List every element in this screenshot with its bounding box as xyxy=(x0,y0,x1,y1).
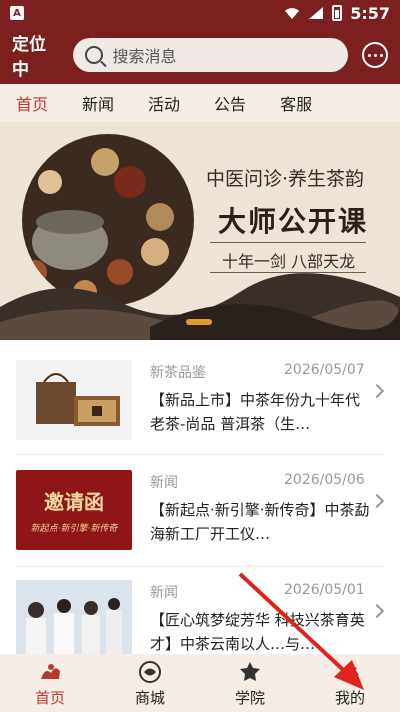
nav-label: 学院 xyxy=(234,688,265,707)
news-date: 2026/05/07 xyxy=(284,362,365,378)
news-list: 新茶品鉴 2026/05/07 【新品上市】中茶年份九十年代老茶-尚品 普洱茶（… xyxy=(0,340,400,654)
banner-divider-bottom xyxy=(210,272,366,273)
news-category: 新闻 xyxy=(150,585,178,601)
news-item[interactable]: 邀请函 新起点·新引擎·新传奇 新闻 2026/05/06 【新起点·新引擎·新… xyxy=(0,450,400,562)
nav-academy[interactable]: 学院 xyxy=(200,654,300,712)
tab-news[interactable]: 新闻 xyxy=(82,91,114,115)
search-icon xyxy=(84,46,103,64)
nav-mall[interactable]: 商城 xyxy=(100,654,200,712)
bottom-nav: 首页 商城 学院 我的 xyxy=(0,654,400,712)
banner-divider-top xyxy=(210,242,366,243)
academy-icon xyxy=(240,661,260,681)
search-placeholder: 搜索消息 xyxy=(112,47,177,66)
status-bar: A 5:57 xyxy=(0,0,400,26)
news-thumbnail xyxy=(16,360,132,440)
banner-title: 大师公开课 xyxy=(218,205,369,238)
tab-customer-service[interactable]: 客服 xyxy=(280,91,312,115)
home-icon xyxy=(41,663,60,679)
message-icon[interactable] xyxy=(362,42,388,68)
top-header: 定位中 搜索消息 xyxy=(0,26,400,84)
banner-carousel[interactable]: 中医问诊·养生茶韵 大师公开课 十年一剑 八部天龙 xyxy=(0,122,400,340)
carousel-indicator[interactable] xyxy=(186,319,212,325)
news-category: 新茶品鉴 xyxy=(150,365,206,381)
search-input[interactable]: 搜索消息 xyxy=(72,38,349,72)
news-date: 2026/05/06 xyxy=(284,472,365,488)
news-thumbnail xyxy=(16,580,132,654)
shop-icon xyxy=(139,660,161,683)
nav-label: 商城 xyxy=(134,688,165,707)
nav-home[interactable]: 首页 xyxy=(0,654,100,712)
wifi-icon xyxy=(285,8,300,19)
news-item[interactable]: 新闻 2026/05/01 【匠心筑梦绽芳华 科技兴茶育英才】中茶云南以人…与… xyxy=(0,560,400,654)
news-title: 【新起点·新引擎·新传奇】中茶勐海新工厂开工仪… xyxy=(150,501,370,543)
tab-activities[interactable]: 活动 xyxy=(148,91,180,115)
signal-icon xyxy=(309,7,324,19)
news-title: 【匠心筑梦绽芳华 科技兴茶育英才】中茶云南以人…与… xyxy=(150,611,365,653)
category-tabs: 首页 新闻 活动 公告 客服 xyxy=(0,84,400,122)
news-date: 2026/05/01 xyxy=(284,582,365,598)
news-title: 【新品上市】中茶年份九十年代老茶-尚品 普洱茶（生… xyxy=(150,391,361,433)
status-right: 5:57 xyxy=(284,4,390,23)
battery-icon xyxy=(332,5,343,21)
news-category: 新闻 xyxy=(150,475,178,491)
nav-label: 我的 xyxy=(334,688,365,707)
nav-label: 首页 xyxy=(34,688,65,707)
profile-icon xyxy=(341,661,359,682)
chevron-right-icon xyxy=(369,383,385,399)
thumb-invitation-title: 邀请函 xyxy=(44,490,104,514)
news-item[interactable]: 新茶品鉴 2026/05/07 【新品上市】中茶年份九十年代老茶-尚品 普洱茶（… xyxy=(0,340,400,452)
location-label[interactable]: 定位中 xyxy=(12,30,63,80)
chevron-right-icon xyxy=(369,603,385,619)
news-thumbnail: 邀请函 新起点·新引擎·新传奇 xyxy=(16,470,132,550)
status-time: 5:57 xyxy=(350,3,390,23)
nav-profile[interactable]: 我的 xyxy=(300,654,400,712)
banner-tagline: 十年一剑 八部天龙 xyxy=(222,252,356,271)
tab-home[interactable]: 首页 xyxy=(16,91,48,115)
banner-subtitle: 中医问诊·养生茶韵 xyxy=(206,168,365,190)
thumb-invitation-sub: 新起点·新引擎·新传奇 xyxy=(30,524,118,534)
app-notification-icon: A xyxy=(10,6,24,20)
status-left: A xyxy=(10,6,24,20)
tab-announcements[interactable]: 公告 xyxy=(214,91,246,115)
chevron-right-icon xyxy=(369,493,385,509)
